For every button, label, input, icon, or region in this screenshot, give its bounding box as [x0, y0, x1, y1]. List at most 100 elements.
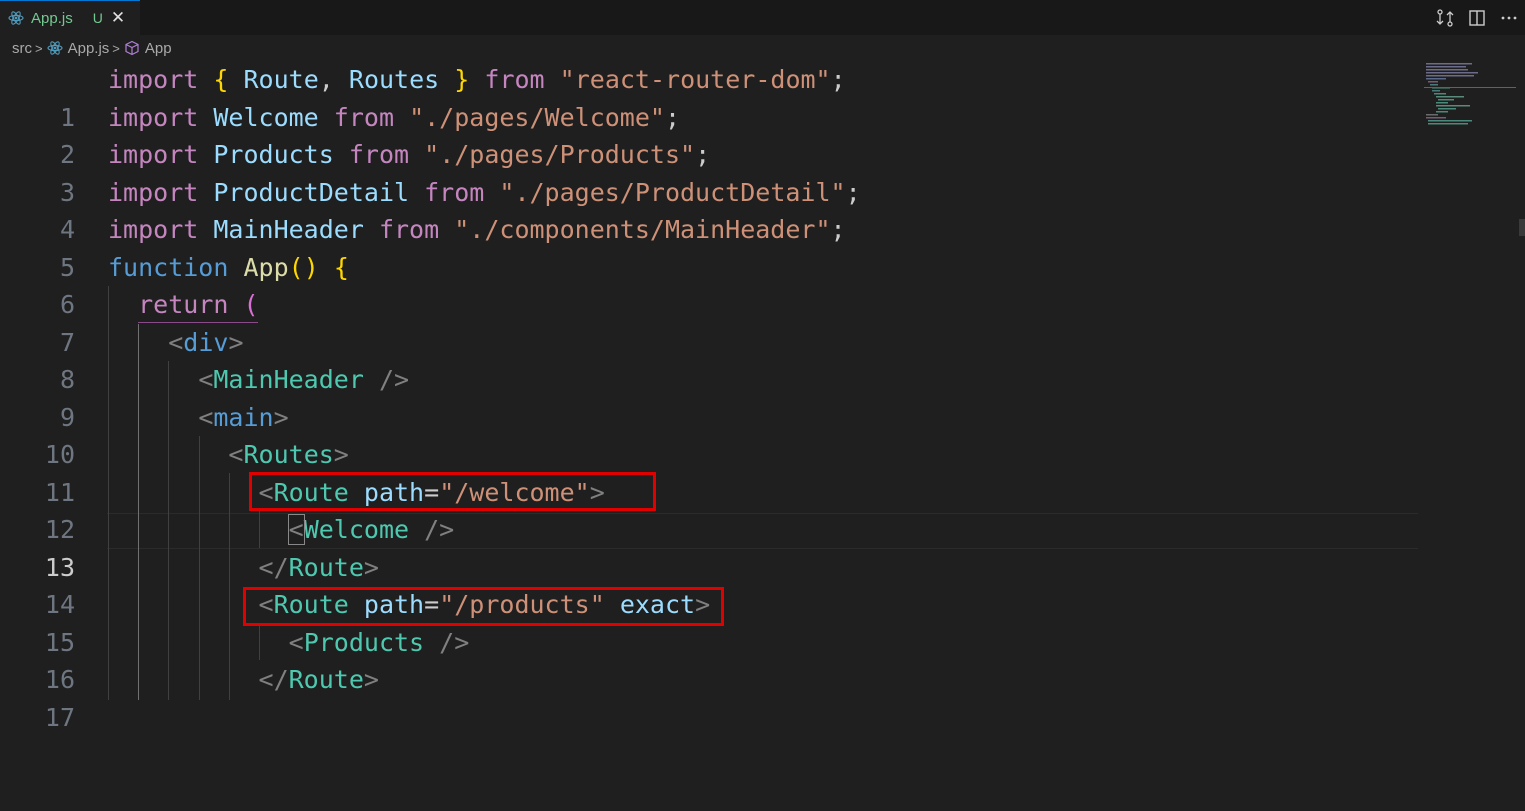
code-line: 9 <MainHeader /> [0, 361, 1420, 432]
token-tag-bracket: </ [258, 665, 289, 694]
token-keyword: function [108, 252, 229, 282]
code-text: return ( [108, 286, 259, 324]
token-keyword: import [108, 65, 199, 94]
breadcrumb-file-label: App.js [67, 39, 110, 57]
code-line: 8 <div> [0, 324, 1420, 395]
token-brace: ( [243, 290, 259, 319]
editor-actions [1429, 0, 1525, 35]
code-text: import MainHeader from "./components/Mai… [108, 211, 846, 249]
token-brace: () [288, 252, 319, 282]
token-punct: ; [830, 65, 846, 94]
token-tag-bracket: /> [424, 515, 455, 544]
code-text: <Products /> [108, 624, 470, 662]
cube-symbol-icon [125, 40, 139, 56]
token-keyword: from [424, 177, 485, 207]
token-tag-bracket: < [287, 514, 305, 545]
token-tag-bracket: /> [378, 365, 410, 394]
code-text: <MainHeader /> [108, 361, 409, 399]
token-brace: { [213, 65, 229, 94]
code-line: 7 return ( [0, 286, 1420, 357]
breadcrumb-symbol[interactable]: App [124, 40, 172, 57]
react-icon [47, 41, 63, 55]
token-tag-bracket: > [228, 327, 244, 357]
code-line: 11 <Routes> [0, 436, 1420, 507]
token-keyword: return [138, 290, 229, 319]
scrollbar-thumb[interactable] [1519, 219, 1525, 236]
token-punct: ; [830, 215, 846, 244]
token-tag-bracket: < [198, 365, 214, 394]
token-keyword: import [108, 215, 199, 244]
token-component: MainHeader [213, 365, 364, 394]
code-text: function App() { [108, 249, 349, 287]
token-identifier: ProductDetail [213, 177, 410, 207]
token-keyword: import [108, 177, 199, 207]
code-text: <Routes> [108, 436, 348, 474]
token-identifier: Routes [348, 65, 440, 94]
react-icon [8, 11, 24, 25]
code-line: 2 import Welcome from "./pages/Welcome"; [0, 99, 1420, 170]
token-tag-bracket: > [363, 552, 379, 582]
chevron-right-icon: > [112, 40, 120, 56]
token-punct: , [318, 65, 334, 94]
code-text: <Welcome /> [108, 511, 454, 549]
token-punct: ; [695, 140, 711, 169]
token-string: "./pages/Products" [424, 140, 696, 169]
code-line: 10 <main> [0, 399, 1420, 470]
token-component: Products [303, 627, 425, 657]
code-line: 5 import MainHeader from "./components/M… [0, 211, 1420, 282]
code-line: 12 <Route path="/welcome"> [0, 474, 1420, 545]
token-tag-bracket: < [288, 627, 304, 657]
code-line: 17 </Route> [0, 661, 1420, 732]
token-string: "./components/MainHeader" [454, 215, 831, 244]
token-keyword: from [333, 102, 395, 132]
code-line: 13 <Welcome /> [0, 511, 1420, 582]
token-string: "./pages/ProductDetail" [499, 177, 846, 207]
token-tag-bracket: > [273, 402, 289, 432]
token-tag-bracket: < [198, 402, 214, 432]
code-text: <main> [108, 399, 289, 437]
token-keyword: import [108, 102, 199, 132]
token-identifier: MainHeader [213, 215, 364, 244]
token-identifier: Products [213, 140, 334, 169]
code-line: 6 function App() { [0, 249, 1420, 320]
tab-bar: App.js U ✕ [0, 0, 1525, 35]
code-line: 4 import ProductDetail from "./pages/Pro… [0, 174, 1420, 245]
breadcrumb-file[interactable]: App.js [47, 39, 110, 57]
token-component: Route [288, 665, 364, 694]
code-text: <div> [108, 324, 244, 362]
highlight-box-products-route [243, 587, 724, 626]
code-line: 14 </Route> [0, 549, 1420, 620]
token-tag-bracket: < [168, 327, 184, 357]
chevron-right-icon: > [35, 40, 43, 56]
token-keyword: from [484, 65, 545, 94]
code-text: import ProductDetail from "./pages/Produ… [108, 174, 861, 212]
breadcrumb-folder[interactable]: src [12, 40, 32, 57]
token-keyword: from [378, 215, 440, 244]
tab-app-js[interactable]: App.js U ✕ [0, 0, 140, 35]
code-text: import { Route, Routes } from "react-rou… [108, 61, 846, 99]
token-tag-bracket: > [363, 665, 379, 694]
minimap[interactable] [1424, 61, 1516, 141]
token-component: Route [288, 552, 364, 582]
token-identifier: Route [243, 65, 319, 94]
code-text: </Route> [108, 549, 379, 587]
code-text: import Welcome from "./pages/Welcome"; [108, 99, 680, 137]
token-tag-bracket: /> [439, 627, 470, 657]
token-punct: ; [845, 177, 861, 207]
more-actions-icon[interactable] [1493, 0, 1525, 35]
vertical-scrollbar[interactable] [1516, 61, 1525, 700]
token-string: "./pages/Welcome" [409, 102, 665, 132]
code-text: </Route> [108, 661, 379, 699]
breadcrumb: src > App.js > App [0, 35, 1525, 61]
token-tag: main [213, 402, 274, 432]
token-string: "react-router-dom" [559, 65, 831, 94]
line-number: 17 [44, 702, 75, 732]
untracked-badge: U [92, 10, 103, 26]
code-text: import Products from "./pages/Products"; [108, 136, 710, 174]
token-keyword: import [108, 140, 199, 169]
split-editor-icon[interactable] [1461, 0, 1493, 35]
compare-changes-icon[interactable] [1429, 0, 1461, 35]
close-icon[interactable]: ✕ [111, 8, 125, 28]
highlight-box-welcome-route [249, 472, 656, 511]
code-editor[interactable]: 1 import { Route, Routes } from "react-r… [0, 61, 1525, 732]
